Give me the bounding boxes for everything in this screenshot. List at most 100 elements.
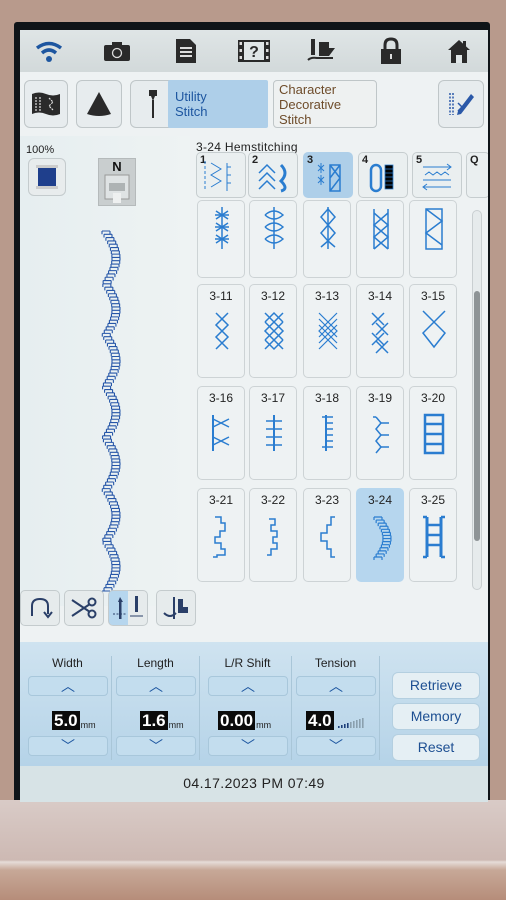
param-value: 1.6 xyxy=(140,711,168,730)
stitch-number: 3-14 xyxy=(367,289,393,303)
category-tab-2[interactable]: 2 xyxy=(248,152,298,198)
thread-cutter-button[interactable] xyxy=(64,590,104,626)
stitch-cell-3-17[interactable]: 3-17 xyxy=(249,386,297,480)
needle-position-icon xyxy=(113,596,143,619)
retrieve-button[interactable]: Retrieve xyxy=(392,672,480,699)
category-tab-5[interactable]: 5 xyxy=(412,152,462,198)
param-unit: mm xyxy=(80,720,96,730)
stitch-cell-3-12[interactable]: 3-12 xyxy=(249,284,297,378)
increase-button[interactable]: ︿ xyxy=(208,676,288,696)
tab-utility-stitch[interactable]: Utility Stitch xyxy=(168,80,268,128)
stitch-preview-scallop xyxy=(101,230,121,595)
stitch-number: 3-11 xyxy=(209,289,233,303)
stitch-cell[interactable] xyxy=(356,200,404,278)
bar-ticks-icon xyxy=(266,415,282,451)
category-tab-4[interactable]: 4 xyxy=(358,152,408,198)
decrease-button[interactable]: ﹀ xyxy=(116,736,196,756)
lock-icon[interactable] xyxy=(374,35,408,67)
increase-button[interactable]: ︿ xyxy=(116,676,196,696)
eye-stitch-icon xyxy=(264,207,285,249)
stitch-preview-panel: 100% N xyxy=(20,136,190,606)
stitch-cell-3-20[interactable]: 3-20 xyxy=(409,386,457,480)
increase-button[interactable]: ︿ xyxy=(28,676,108,696)
presser-foot-lift-button[interactable] xyxy=(156,590,196,626)
stitch-list-scrollbar[interactable] xyxy=(472,210,482,590)
stitch-number: 3-12 xyxy=(260,289,286,303)
tab-character-line3: Stitch xyxy=(279,111,312,127)
function-buttons xyxy=(20,590,220,630)
help-video-icon[interactable]: ? xyxy=(237,35,271,67)
lcd-display: ? Utility Stitch Character Decorative St… xyxy=(20,30,488,802)
stitch-cell-3-24[interactable]: 3-24 xyxy=(356,488,404,582)
param-value-display: 0.00 mm xyxy=(218,711,271,730)
mode-tabs: Utility Stitch Character Decorative Stit… xyxy=(20,74,488,134)
stitch-cell[interactable] xyxy=(249,200,297,278)
decrease-button[interactable]: ﹀ xyxy=(28,736,108,756)
stitch-cell-3-19[interactable]: 3-19 xyxy=(356,386,404,480)
x-chain-icon xyxy=(371,312,389,354)
stitch-cell-3-13[interactable]: 3-13 xyxy=(303,284,351,378)
embroidery-mode-button[interactable] xyxy=(24,80,68,128)
memory-button[interactable]: Memory xyxy=(392,703,480,730)
cross-3-icon xyxy=(214,312,230,350)
tab-character-line2: Decorative xyxy=(279,96,342,112)
decrease-button[interactable]: ﹀ xyxy=(208,736,288,756)
feather-icon xyxy=(373,416,389,454)
category-number: Q xyxy=(470,154,479,166)
increase-button[interactable]: ︿ xyxy=(296,676,376,696)
stitch-number: 3-17 xyxy=(260,391,286,405)
stitch-cell-3-23[interactable]: 3-23 xyxy=(303,488,351,582)
presser-foot-icon[interactable] xyxy=(305,35,339,67)
stitch-cell-3-21[interactable]: 3-21 xyxy=(197,488,245,582)
category-tab-3[interactable]: 3 xyxy=(303,152,353,198)
stitch-cell[interactable] xyxy=(197,200,245,278)
stitch-cell-3-25[interactable]: 3-25 xyxy=(409,488,457,582)
param-width: Width ︿ 5.0 mm ﹀ xyxy=(24,656,112,760)
pencil-edit-icon xyxy=(449,93,474,115)
needle-position-button[interactable] xyxy=(108,590,148,626)
edit-stitch-button[interactable] xyxy=(438,80,484,128)
stitch-number: 3-13 xyxy=(314,289,340,303)
home-icon[interactable] xyxy=(442,35,476,67)
stitch-number: 3-24 xyxy=(367,493,393,507)
param-value: 5.0 xyxy=(52,711,80,730)
param-tension: Tension ︿ 4.0 ﹀ xyxy=(292,656,380,760)
scallop-icon xyxy=(373,516,392,560)
stitch-cell-3-22[interactable]: 3-22 xyxy=(249,488,297,582)
ladder-icon xyxy=(423,515,445,559)
stitch-cell[interactable] xyxy=(303,200,351,278)
stitch-cell-3-11[interactable]: 3-11 xyxy=(197,284,245,378)
step-zigzag-icon xyxy=(213,516,226,558)
stitch-cell[interactable] xyxy=(409,200,457,278)
category-tab-Q[interactable]: Q xyxy=(466,152,488,198)
reverse-stitch-button[interactable] xyxy=(20,590,60,626)
stitch-cell-3-14[interactable]: 3-14 xyxy=(356,284,404,378)
param-l-r-shift: L/R Shift ︿ 0.00 mm ﹀ xyxy=(204,656,292,760)
foot-letter: N xyxy=(112,159,122,174)
category-tab-1[interactable]: 1 xyxy=(196,152,246,198)
stitch-number: 3-15 xyxy=(420,289,446,303)
stitch-cell-3-18[interactable]: 3-18 xyxy=(303,386,351,480)
scrollbar-thumb[interactable] xyxy=(474,291,480,541)
step-left-icon xyxy=(320,516,335,558)
wifi-icon[interactable] xyxy=(32,35,66,67)
foot-lift-icon xyxy=(163,597,188,619)
category-icon xyxy=(422,163,452,191)
stitch-cell-3-16[interactable]: 3-16 xyxy=(197,386,245,480)
stitch-cell-3-15[interactable]: 3-15 xyxy=(409,284,457,378)
param-label: L/R Shift xyxy=(224,656,271,670)
param-value-display: 5.0 mm xyxy=(52,711,96,730)
param-value-display: 4.0 xyxy=(306,711,366,730)
tab-character-decorative-stitch[interactable]: Character Decorative Stitch xyxy=(273,80,377,128)
thread-spool-button[interactable] xyxy=(76,80,122,128)
triangle-stitch-icon xyxy=(424,208,444,250)
param-value: 0.00 xyxy=(218,711,256,730)
reset-button[interactable]: Reset xyxy=(392,734,480,761)
decrease-button[interactable]: ﹀ xyxy=(296,736,376,756)
thread-color-button[interactable] xyxy=(28,158,66,196)
document-icon[interactable] xyxy=(169,35,203,67)
diamond-stitch-icon xyxy=(320,207,336,249)
category-icon xyxy=(204,161,231,191)
camera-icon[interactable] xyxy=(100,35,134,67)
cross-4-icon xyxy=(263,311,285,351)
